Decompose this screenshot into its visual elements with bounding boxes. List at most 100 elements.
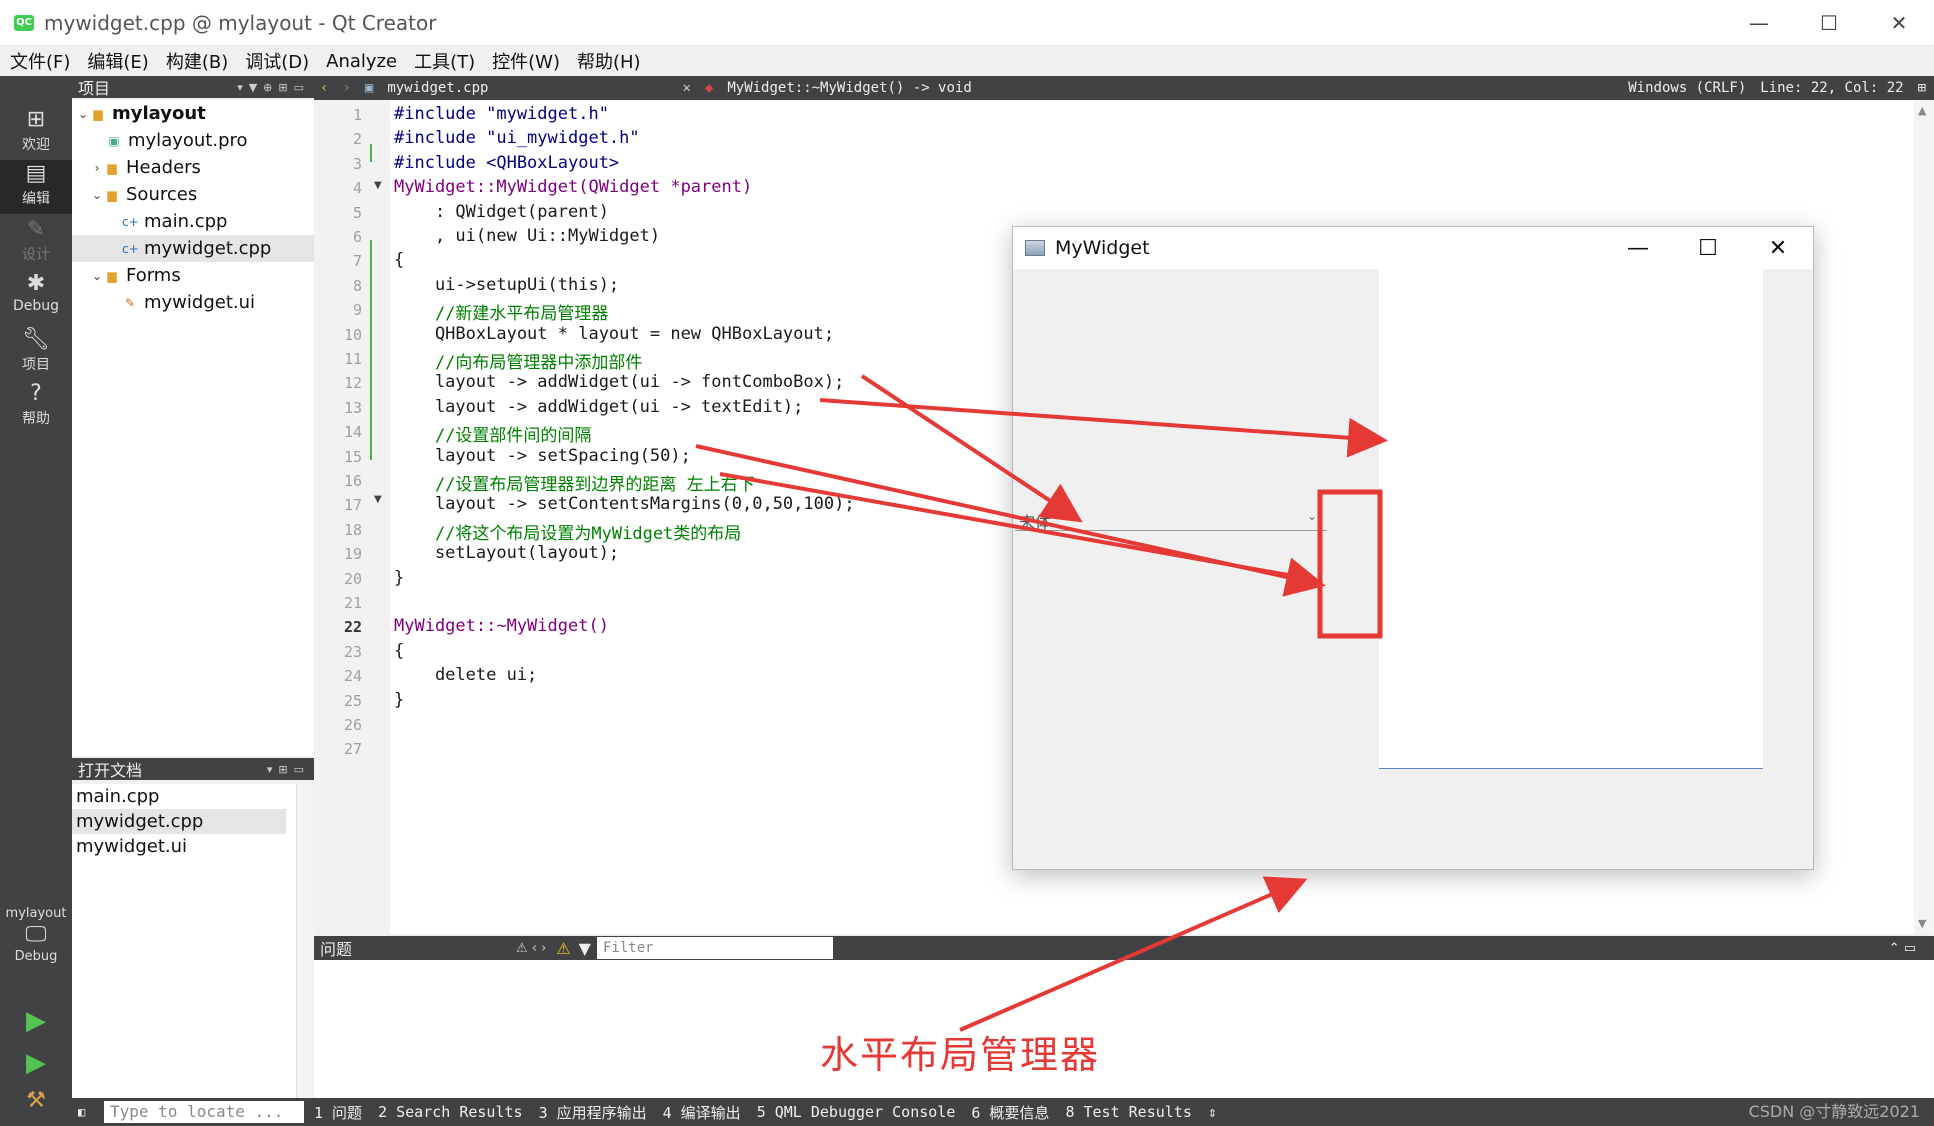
chevron-down-icon[interactable]: ⌄ bbox=[76, 107, 90, 121]
line-number: 15 bbox=[343, 447, 362, 466]
chevron-down-icon[interactable]: ⌄ bbox=[90, 188, 104, 202]
tree-item-mylayout[interactable]: ⌄ ▆ mylayout bbox=[72, 100, 314, 127]
menu-debug[interactable]: 调试(D) bbox=[245, 48, 309, 74]
open-docs-header: 打开文档 ▾⊞▭ bbox=[72, 758, 314, 780]
chevron-right-icon[interactable]: › bbox=[90, 161, 104, 175]
font-combo-box[interactable]: 宋体 ⌄ bbox=[1015, 509, 1327, 532]
tab-application-output[interactable]: 3 应用程序输出 bbox=[539, 1102, 647, 1123]
folder-icon: ▆ bbox=[107, 268, 117, 283]
split-icon[interactable]: ⊞ bbox=[1918, 80, 1926, 96]
tree-item-mylayout-pro[interactable]: ▣ mylayout.pro bbox=[72, 127, 314, 154]
cpp-file-icon: c+ bbox=[122, 214, 139, 229]
code-line: layout -> setContentsMargins(0,0,50,100)… bbox=[394, 494, 855, 515]
menu-widgets[interactable]: 控件(W) bbox=[492, 48, 560, 74]
editor-file-name[interactable]: mywidget.cpp bbox=[387, 80, 488, 96]
line-number: 4 bbox=[352, 179, 362, 198]
mywidget-title-bar: MyWidget — ☐ ✕ bbox=[1013, 227, 1813, 269]
text-edit[interactable] bbox=[1379, 269, 1763, 769]
line-number: 19 bbox=[343, 545, 362, 564]
line-number: 10 bbox=[343, 325, 362, 344]
scroll-up-icon[interactable]: ▲ bbox=[1918, 104, 1926, 117]
more-tabs-icon[interactable]: ⇕ bbox=[1208, 1103, 1217, 1121]
mywidget-window-controls: — ☐ ✕ bbox=[1603, 227, 1813, 269]
mode-debug[interactable]: ✱ Debug bbox=[0, 270, 72, 324]
tree-item-main-cpp[interactable]: c+ main.cpp bbox=[72, 208, 314, 235]
panel-tools-icon[interactable]: ▾▼⊕⊞▭ bbox=[237, 81, 314, 94]
menu-file[interactable]: 文件(F) bbox=[10, 48, 70, 74]
mode-design[interactable]: ✎ 设计 bbox=[0, 216, 72, 270]
tree-item-headers[interactable]: › ▆ Headers bbox=[72, 154, 314, 181]
open-doc-item[interactable]: mywidget.ui bbox=[72, 834, 286, 859]
build-hammer-icon[interactable]: ⚒ bbox=[22, 1088, 50, 1116]
open-doc-item[interactable]: main.cpp bbox=[72, 784, 286, 809]
line-number: 24 bbox=[343, 667, 362, 686]
mode-selector: ⊞ 欢迎 ▤ 编辑 ✎ 设计 ✱ Debug 🔧︎ 项目 ? 帮助 mylayo… bbox=[0, 76, 72, 1126]
sidebar-toggle-icon[interactable]: ◧ bbox=[78, 1105, 85, 1119]
open-docs-list: main.cpp mywidget.cpp mywidget.ui bbox=[72, 784, 314, 1098]
code-line: //新建水平布局管理器 bbox=[394, 304, 609, 325]
tree-item-mywidget-ui[interactable]: ✎ mywidget.ui bbox=[72, 289, 314, 316]
wrench-icon: 🔧︎ bbox=[22, 327, 50, 352]
editor-scrollbar[interactable]: ▲ ▼ bbox=[1914, 100, 1934, 934]
line-number: 7 bbox=[352, 252, 362, 271]
code-line: #include "ui_mywidget.h" bbox=[394, 128, 640, 149]
debug-run-icon[interactable]: ▶ bbox=[22, 1048, 50, 1078]
back-arrow-icon[interactable]: ‹ bbox=[320, 80, 328, 96]
menu-help[interactable]: 帮助(H) bbox=[577, 48, 641, 74]
scroll-down-icon[interactable]: ▼ bbox=[1918, 917, 1926, 930]
folder-icon: ▆ bbox=[107, 187, 117, 202]
issues-filter-input[interactable]: Filter bbox=[596, 937, 833, 959]
minimize-icon[interactable]: — bbox=[1603, 227, 1673, 269]
maximize-icon[interactable]: ☐ bbox=[1673, 227, 1743, 269]
tab-test-results[interactable]: 8 Test Results bbox=[1065, 1103, 1191, 1121]
pencil-icon: ✎ bbox=[26, 217, 46, 242]
tab-qml-debugger[interactable]: 5 QML Debugger Console bbox=[757, 1103, 956, 1121]
menu-edit[interactable]: 编辑(E) bbox=[87, 48, 148, 74]
chevron-down-icon[interactable]: ⌄ bbox=[1307, 509, 1317, 523]
forward-arrow-icon[interactable]: › bbox=[342, 80, 350, 96]
mode-edit[interactable]: ▤ 编辑 bbox=[0, 160, 72, 214]
tree-item-forms[interactable]: ⌄ ▆ Forms bbox=[72, 262, 314, 289]
mode-help[interactable]: ? 帮助 bbox=[0, 380, 72, 434]
minimize-icon[interactable]: — bbox=[1724, 0, 1794, 46]
close-icon[interactable]: ✕ bbox=[1864, 0, 1934, 46]
mode-welcome[interactable]: ⊞ 欢迎 bbox=[0, 106, 72, 160]
tree-item-mywidget-cpp[interactable]: c+ mywidget.cpp bbox=[72, 235, 314, 262]
close-document-icon[interactable]: ✕ bbox=[682, 80, 690, 96]
editor-symbol-selector[interactable]: MyWidget::~MyWidget() -> void bbox=[727, 80, 971, 96]
menu-analyze[interactable]: Analyze bbox=[326, 51, 397, 72]
close-icon[interactable]: ✕ bbox=[1743, 227, 1813, 269]
project-panel-title[interactable]: 项目 bbox=[78, 75, 110, 99]
code-line: : QWidget(parent) bbox=[394, 201, 609, 222]
change-marker bbox=[370, 240, 372, 460]
panel-tools-icon[interactable]: ▾⊞▭ bbox=[267, 763, 314, 776]
maximize-icon[interactable]: ☐ bbox=[1794, 0, 1864, 46]
tab-compile-output[interactable]: 4 编译输出 bbox=[663, 1102, 741, 1123]
cursor-position[interactable]: Line: 22, Col: 22 bbox=[1760, 80, 1903, 96]
locator-input[interactable]: Type to locate ... bbox=[104, 1101, 304, 1123]
warning-icon[interactable]: ⚠ bbox=[556, 939, 570, 958]
ui-file-icon: ✎ bbox=[124, 295, 136, 310]
encoding-selector[interactable]: Windows (CRLF) bbox=[1628, 80, 1746, 96]
run-icon[interactable]: ▶ bbox=[22, 1006, 50, 1036]
mywidget-window: MyWidget — ☐ ✕ 宋体 ⌄ bbox=[1012, 226, 1814, 870]
kit-selector[interactable]: mylayout 🖵︎ Debug bbox=[0, 906, 72, 996]
edit-icon: ▤ bbox=[25, 161, 47, 186]
tree-item-sources[interactable]: ⌄ ▆ Sources bbox=[72, 181, 314, 208]
mode-projects[interactable]: 🔧︎ 项目 bbox=[0, 326, 72, 380]
tab-search-results[interactable]: 2 Search Results bbox=[378, 1103, 523, 1121]
fold-triangle-icon[interactable]: ▼ bbox=[374, 494, 382, 505]
issue-nav-icon[interactable]: ⚠ ‹ › bbox=[516, 941, 546, 956]
fold-triangle-icon[interactable]: ▼ bbox=[374, 180, 382, 191]
open-doc-item[interactable]: mywidget.cpp bbox=[72, 809, 286, 834]
open-docs-title[interactable]: 打开文档 bbox=[78, 757, 142, 781]
panel-tools-icon[interactable]: ⌃ ▭ bbox=[1889, 941, 1916, 956]
open-docs-scrollbar[interactable] bbox=[296, 784, 314, 1098]
tab-issues[interactable]: 1 问题 bbox=[314, 1102, 362, 1123]
menu-build[interactable]: 构建(B) bbox=[166, 48, 228, 74]
chevron-down-icon[interactable]: ⌄ bbox=[90, 269, 104, 283]
filter-icon[interactable]: ▼ bbox=[579, 939, 591, 958]
tab-general-messages[interactable]: 6 概要信息 bbox=[971, 1102, 1049, 1123]
kit-build-config: Debug bbox=[14, 949, 58, 964]
menu-tools[interactable]: 工具(T) bbox=[414, 48, 475, 74]
